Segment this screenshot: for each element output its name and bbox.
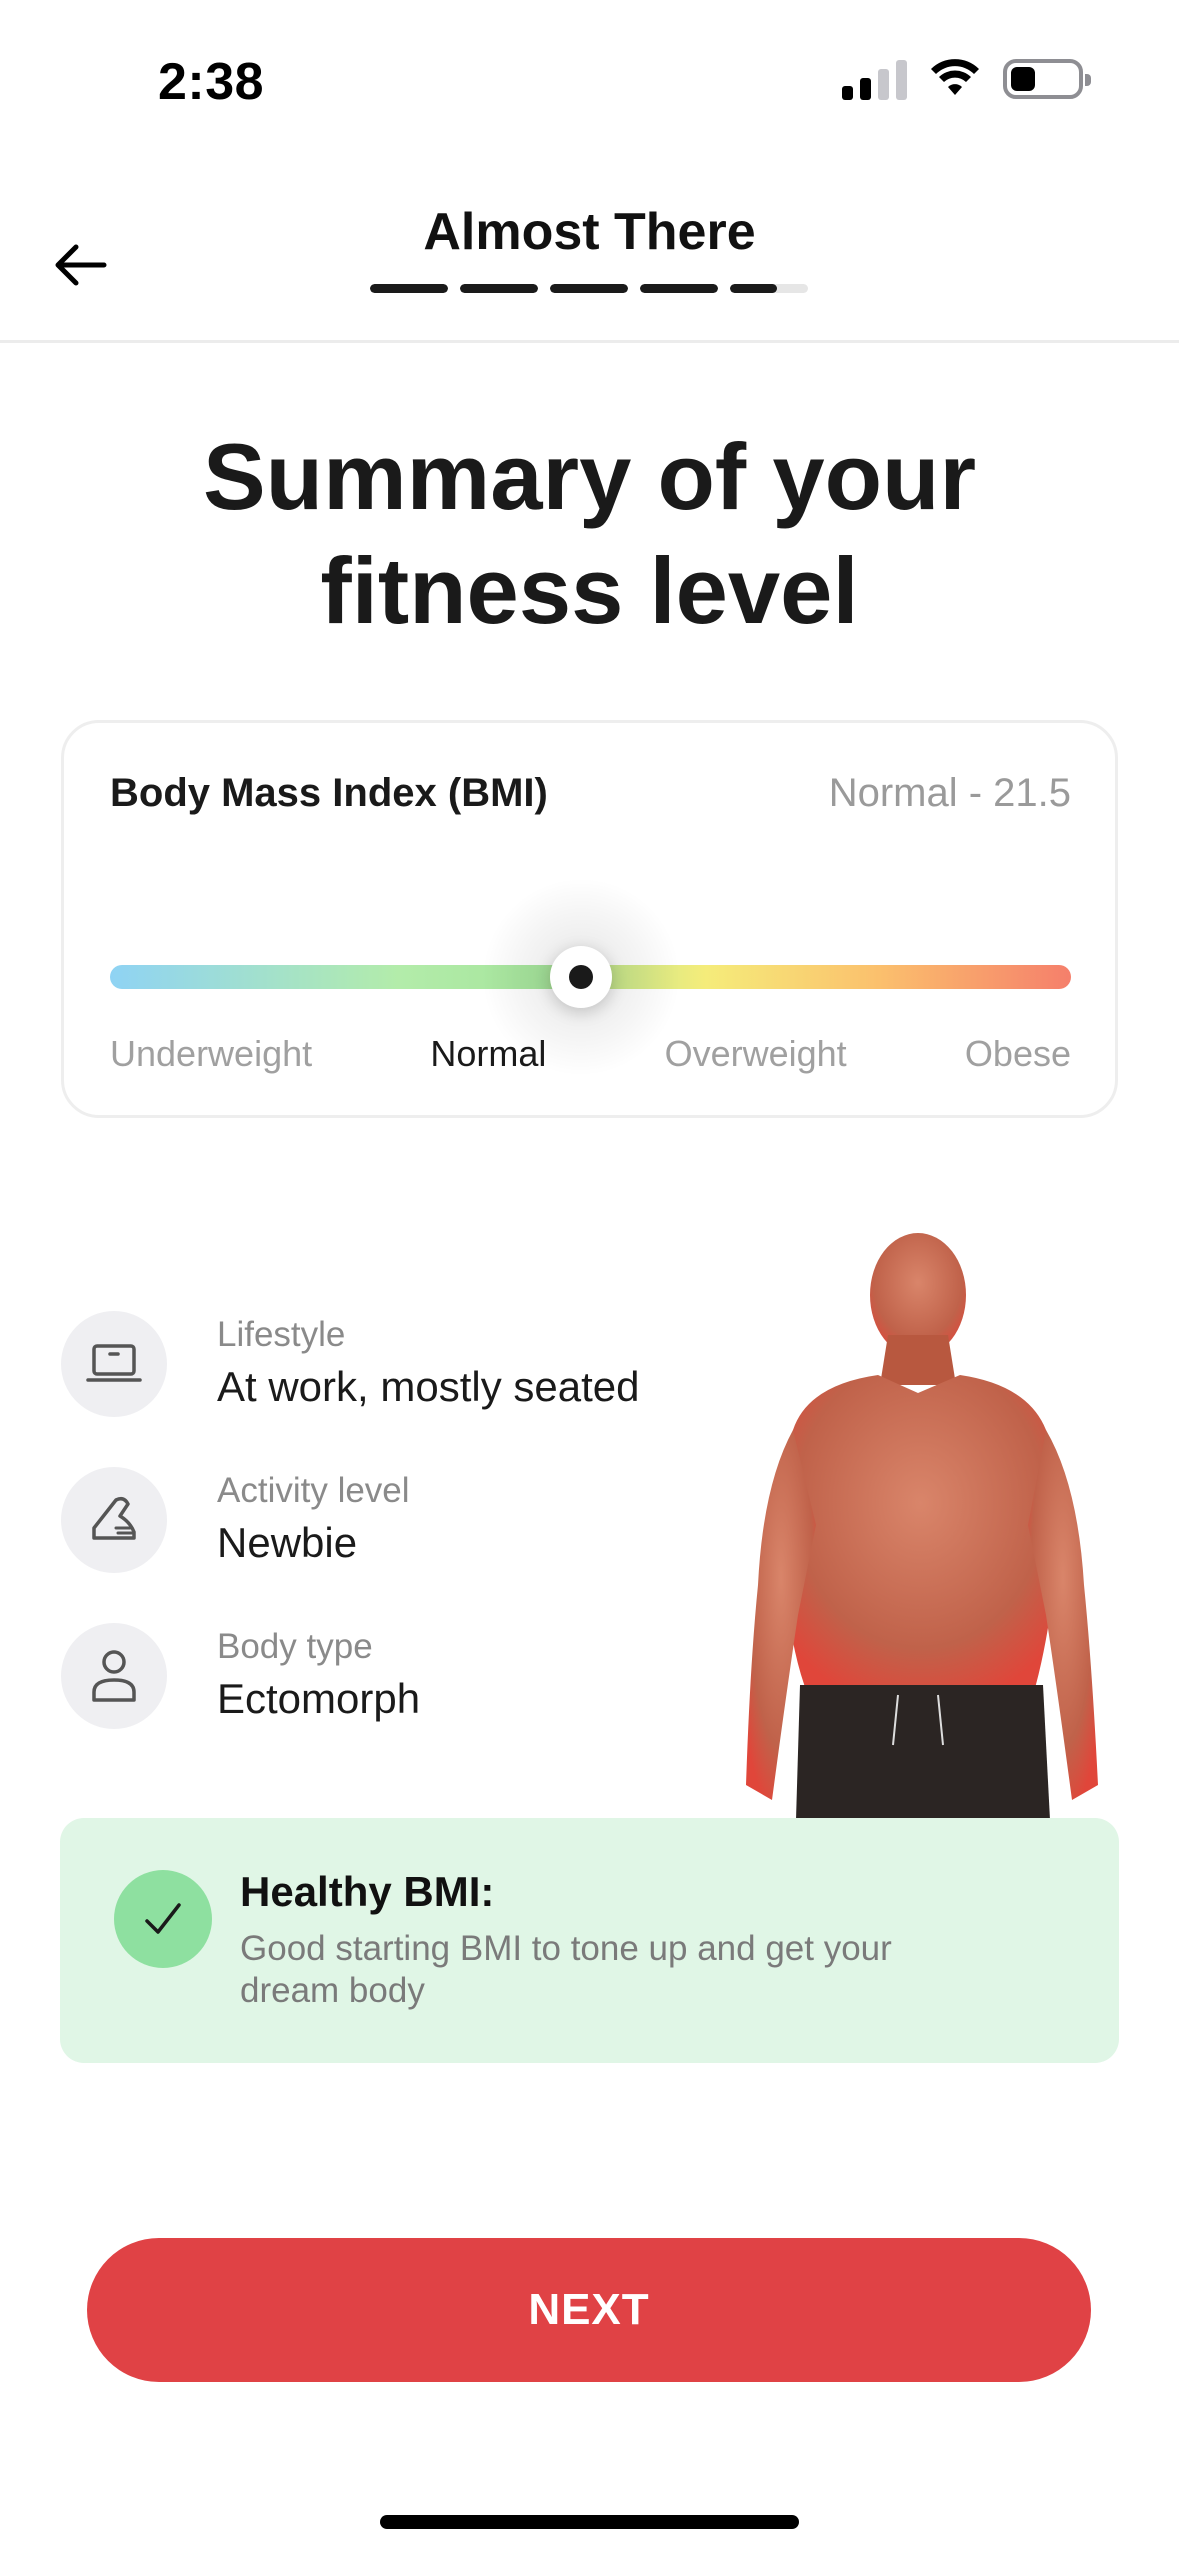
bmi-label: Body Mass Index (BMI) [110, 771, 548, 815]
page-title: Summary of your fitness level [202, 424, 977, 643]
check-icon [114, 1870, 212, 1968]
battery-icon [1003, 59, 1091, 99]
wifi-icon [931, 59, 979, 95]
bmi-scale-obese: Obese [964, 1033, 1071, 1074]
bmi-value: Normal - 21.5 [828, 771, 1071, 815]
info-value: At work, mostly seated [217, 1363, 640, 1410]
home-indicator [380, 2515, 799, 2529]
status-time: 2:38 [158, 53, 265, 111]
progress-segment [640, 284, 718, 293]
profile-info-list: Lifestyle At work, mostly seated Activit… [61, 1310, 639, 1778]
bmi-scale-underweight: Underweight [110, 1033, 313, 1074]
bmi-scale-overweight: Overweight [664, 1033, 847, 1074]
bmi-scale: Underweight Normal Overweight Obese [110, 1033, 1071, 1075]
bmi-scale-normal: Normal [430, 1033, 547, 1074]
info-row-lifestyle: Lifestyle At work, mostly seated [61, 1310, 639, 1418]
laptop-icon [61, 1311, 167, 1417]
bmi-card: Body Mass Index (BMI) Normal - 21.5 Unde… [61, 720, 1118, 1118]
info-label: Lifestyle [217, 1315, 346, 1354]
bmi-indicator [549, 946, 612, 1008]
sneaker-icon [61, 1467, 167, 1573]
progress-segment [550, 284, 628, 293]
info-label: Body type [217, 1627, 373, 1666]
info-row-activity: Activity level Newbie [61, 1466, 639, 1574]
progress-segment [460, 284, 538, 293]
info-value: Ectomorph [217, 1675, 421, 1722]
person-icon [61, 1623, 167, 1729]
step-progress [370, 284, 808, 293]
next-button[interactable]: NEXT [87, 2238, 1091, 2382]
header: Almost There [0, 150, 1179, 343]
info-value: Newbie [217, 1519, 358, 1566]
healthy-bmi-description: Good starting BMI to tone up and get you… [240, 1929, 892, 2010]
signal-icon [842, 58, 907, 100]
info-row-body-type: Body type Ectomorph [61, 1622, 639, 1730]
status-bar: 2:38 [0, 0, 1179, 150]
healthy-bmi-card: Healthy BMI: Good starting BMI to tone u… [60, 1818, 1119, 2063]
status-icons [842, 58, 1091, 100]
body-avatar-image [746, 1233, 1098, 1820]
healthy-bmi-title: Healthy BMI: [240, 1868, 495, 1915]
progress-segment [730, 284, 808, 293]
header-title: Almost There [423, 203, 756, 261]
progress-segment [370, 284, 448, 293]
info-label: Activity level [217, 1471, 410, 1510]
